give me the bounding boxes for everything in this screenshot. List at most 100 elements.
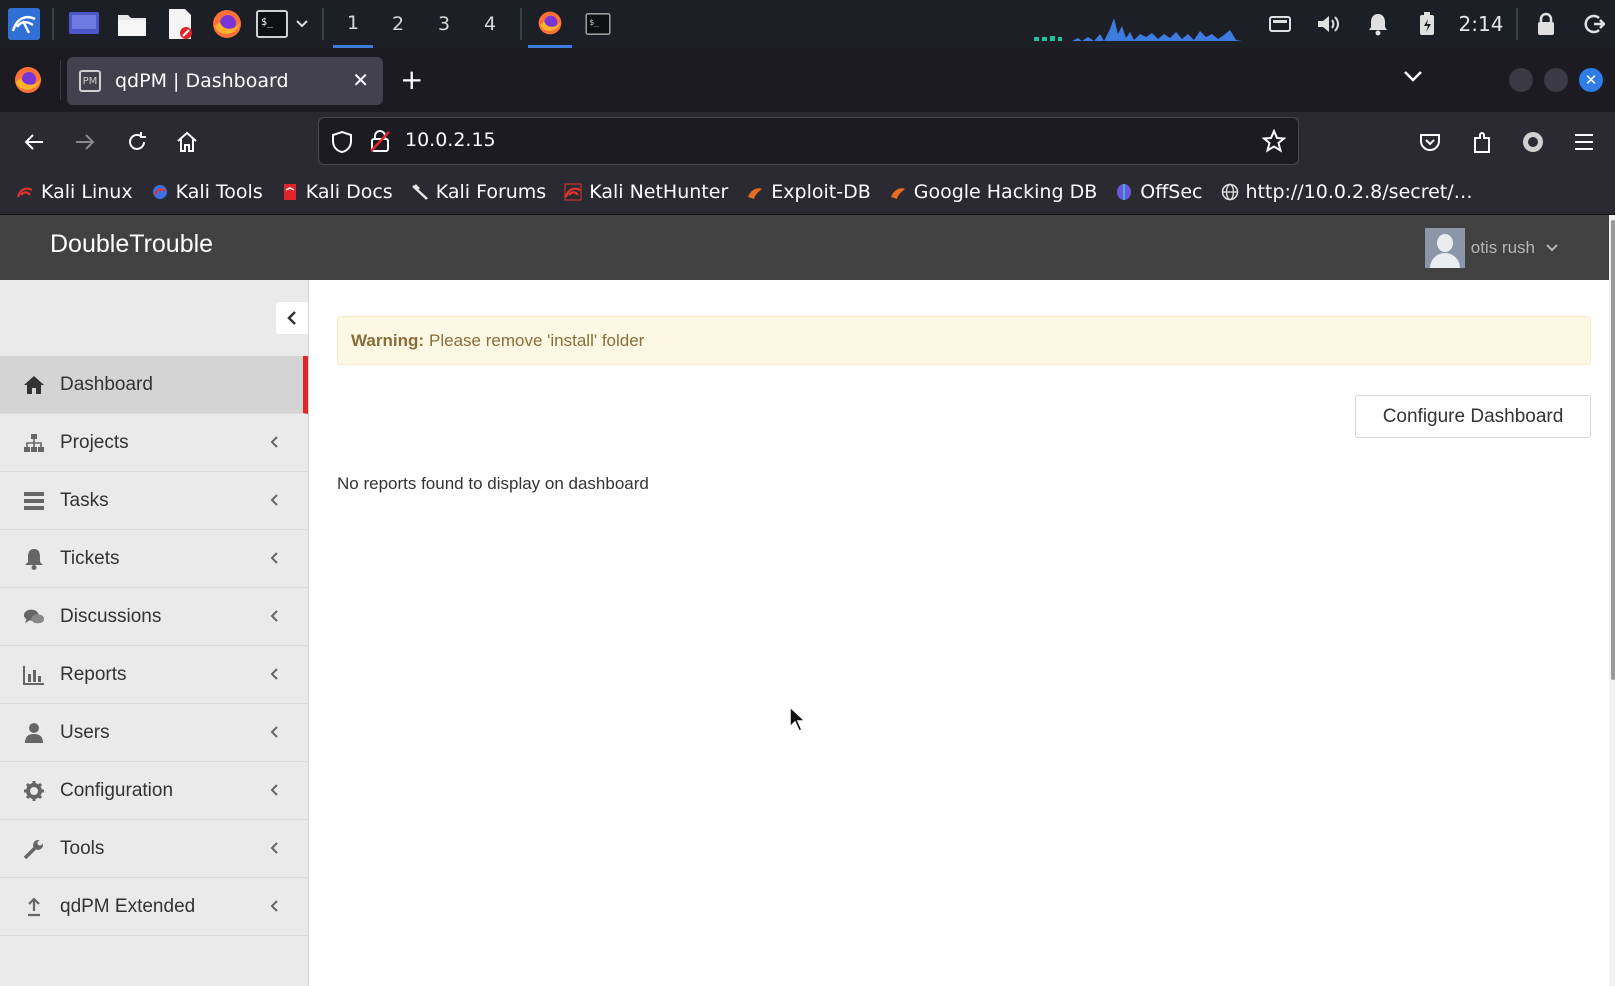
list-all-tabs-icon[interactable] <box>1402 68 1424 87</box>
bookmark-star-icon[interactable] <box>1261 128 1287 157</box>
sidebar-item-tickets[interactable]: Tickets <box>0 530 308 588</box>
bell-icon[interactable] <box>1360 0 1396 48</box>
sidebar-item-label: Discussions <box>60 605 162 627</box>
sidebar-item-configuration[interactable]: Configuration <box>0 762 308 820</box>
avatar <box>1424 228 1465 268</box>
sidebar-item-dashboard[interactable]: Dashboard <box>0 356 308 414</box>
new-tab-button[interactable]: + <box>400 66 423 94</box>
bookmark-secret-url[interactable]: http://10.0.2.8/secret/… <box>1221 181 1473 203</box>
sidebar-item-projects[interactable]: Projects <box>0 414 308 472</box>
wrench-icon <box>23 838 45 860</box>
clock[interactable]: 2:14 <box>1452 0 1510 48</box>
configure-dashboard-button[interactable]: Configure Dashboard <box>1355 395 1591 438</box>
bookmark-offsec[interactable]: OffSec <box>1115 181 1203 203</box>
bookmark-label: Exploit-DB <box>771 181 871 203</box>
bookmark-label: Kali Forums <box>435 181 547 203</box>
chevron-left-icon <box>270 784 278 796</box>
close-tab-icon[interactable]: ✕ <box>352 68 369 92</box>
back-button[interactable] <box>14 122 54 162</box>
chevron-left-icon <box>270 726 278 738</box>
firefox-view-icon[interactable] <box>10 64 46 100</box>
system-taskbar: $_ 1 2 3 4 $_ 2:14 <box>0 0 1615 48</box>
tab-title: qdPM | Dashboard <box>115 70 289 92</box>
sidebar-menu: Dashboard Projects Tasks Tickets Discuss… <box>0 356 308 936</box>
app-header: DoubleTrouble otis rush <box>0 215 1615 280</box>
bookmark-label: http://10.0.2.8/secret/… <box>1245 181 1473 203</box>
insecure-lock-icon[interactable] <box>369 129 391 157</box>
bookmark-label: Kali Tools <box>175 181 263 203</box>
home-button[interactable] <box>167 122 207 162</box>
sidebar-item-label: Projects <box>60 431 129 453</box>
bookmark-label: OffSec <box>1140 181 1203 203</box>
empty-dashboard-message: No reports found to display on dashboard <box>337 474 649 493</box>
bookmark-kali-tools[interactable]: Kali Tools <box>151 181 263 203</box>
sidebar-item-discussions[interactable]: Discussions <box>0 588 308 646</box>
sidebar-item-label: Configuration <box>60 779 174 801</box>
bookmarks-toolbar: Kali Linux Kali Tools Kali Docs Kali For… <box>0 170 1615 215</box>
taskbar-terminal-window[interactable]: $_ <box>580 0 616 48</box>
sidebar-collapse-button[interactable] <box>276 302 308 334</box>
battery-icon[interactable] <box>1262 0 1298 48</box>
main-content: Warning: Please remove 'install' folder … <box>310 280 1609 986</box>
forward-button[interactable] <box>65 122 105 162</box>
minimize-window-button[interactable] <box>1509 68 1533 92</box>
workspace-2[interactable]: 2 <box>378 0 418 48</box>
text-editor-icon[interactable] <box>160 0 200 48</box>
bar-chart-icon <box>23 664 45 686</box>
shield-icon[interactable] <box>331 130 353 158</box>
extensions-icon[interactable] <box>1462 122 1502 162</box>
browser-nav-bar: 10.0.2.15 <box>0 112 1615 170</box>
upload-icon <box>23 896 45 918</box>
power-icon[interactable] <box>1409 0 1445 48</box>
chevron-left-icon <box>270 900 278 912</box>
bookmark-kali-forums[interactable]: Kali Forums <box>411 181 547 203</box>
url-bar[interactable]: 10.0.2.15 <box>318 117 1299 165</box>
brand-title[interactable]: DoubleTrouble <box>50 230 213 259</box>
network-graph <box>1030 0 1255 48</box>
browser-tab-active[interactable]: PM qdPM | Dashboard ✕ <box>67 57 383 105</box>
sidebar-item-tasks[interactable]: Tasks <box>0 472 308 530</box>
bookmark-google-hacking-db[interactable]: Google Hacking DB <box>889 181 1098 203</box>
workspace-4[interactable]: 4 <box>470 0 510 48</box>
home-icon <box>23 374 45 396</box>
bookmark-kali-docs[interactable]: Kali Docs <box>281 181 393 203</box>
user-menu[interactable]: otis rush <box>1424 228 1559 268</box>
lock-icon[interactable] <box>1528 0 1564 48</box>
terminal-icon[interactable]: $_ <box>254 0 290 48</box>
file-manager-icon[interactable] <box>112 0 152 48</box>
logout-icon[interactable] <box>1576 0 1612 48</box>
maximize-window-button[interactable] <box>1544 68 1568 92</box>
user-name: otis rush <box>1470 238 1535 257</box>
kali-docs-icon <box>281 183 299 201</box>
desktop-icon[interactable] <box>64 0 104 48</box>
sidebar-item-tools[interactable]: Tools <box>0 820 308 878</box>
close-window-button[interactable]: ✕ <box>1579 68 1603 92</box>
page-scrollbar-thumb[interactable] <box>1611 220 1615 680</box>
taskbar-firefox-window[interactable] <box>528 0 572 48</box>
workspace-1[interactable]: 1 <box>333 0 373 48</box>
reload-button[interactable] <box>117 122 157 162</box>
workspace-3[interactable]: 3 <box>424 0 464 48</box>
sidebar-item-qdpm-extended[interactable]: qdPM Extended <box>0 878 308 936</box>
sidebar-item-label: Tasks <box>60 489 109 511</box>
bookmark-label: Google Hacking DB <box>913 181 1098 203</box>
ghdb-icon <box>889 183 907 201</box>
tasks-icon <box>23 490 45 512</box>
pocket-icon[interactable] <box>1410 122 1450 162</box>
chevron-down-icon[interactable] <box>290 0 314 48</box>
sidebar-item-reports[interactable]: Reports <box>0 646 308 704</box>
bookmark-kali-linux[interactable]: Kali Linux <box>16 181 133 203</box>
hamburger-menu-icon[interactable] <box>1564 122 1604 162</box>
firefox-icon[interactable] <box>207 0 247 48</box>
volume-icon[interactable] <box>1311 0 1347 48</box>
kali-menu-icon[interactable] <box>4 0 44 48</box>
bookmark-exploit-db[interactable]: Exploit-DB <box>746 181 871 203</box>
svg-text:$_: $_ <box>261 17 274 28</box>
account-icon[interactable] <box>1513 122 1553 162</box>
bell-icon <box>23 548 45 570</box>
warning-alert: Warning: Please remove 'install' folder <box>337 316 1591 365</box>
chevron-down-icon <box>1546 244 1558 252</box>
sidebar-item-users[interactable]: Users <box>0 704 308 762</box>
bookmark-kali-nethunter[interactable]: Kali NetHunter <box>564 181 728 203</box>
workspace-label: 4 <box>483 13 497 35</box>
